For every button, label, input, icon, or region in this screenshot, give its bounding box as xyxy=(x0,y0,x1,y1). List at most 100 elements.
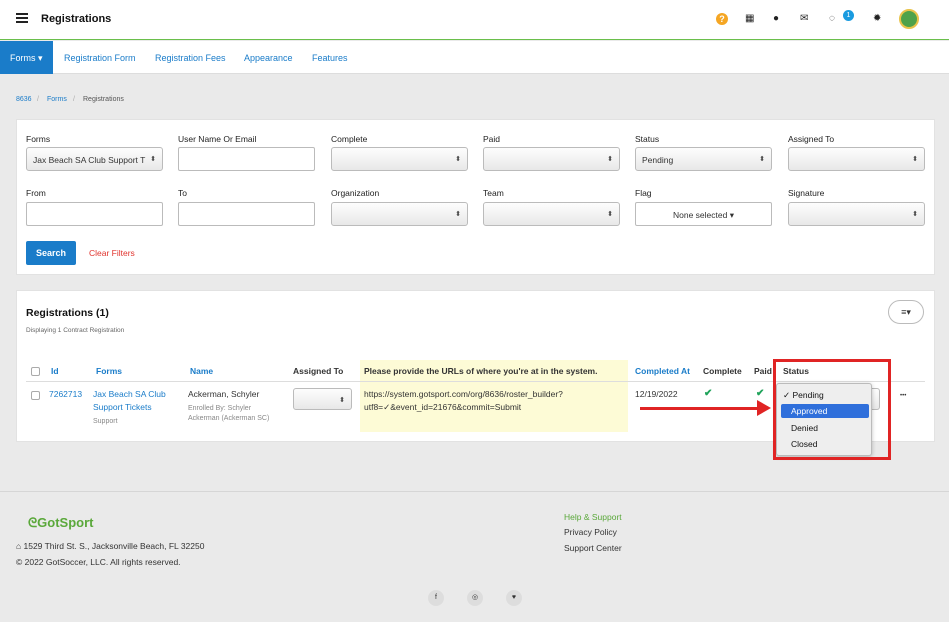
breadcrumb-separator: / xyxy=(37,96,39,103)
team-select[interactable]: ⬍ xyxy=(483,202,620,226)
select-caret-icon: ⬍ xyxy=(455,211,461,218)
signature-select[interactable]: ⬍ xyxy=(788,202,925,226)
row-assigned-select[interactable]: ⬍ xyxy=(293,388,352,410)
table-options-button[interactable]: ≡▾ xyxy=(888,300,924,324)
annotation-red-box xyxy=(773,359,891,460)
col-id[interactable]: Id xyxy=(51,366,59,376)
tab-registration-form[interactable]: Registration Form xyxy=(64,53,136,63)
footer-address: ⌂ 1529 Third St. S., Jacksonville Beach,… xyxy=(16,541,204,551)
row-name: Ackerman, Schyler xyxy=(188,389,260,399)
row-enrolled-by: Enrolled By: Schyler xyxy=(188,405,252,412)
paid-check-icon: ✔ xyxy=(756,388,765,399)
assigned-select[interactable]: ⬍ xyxy=(788,147,925,171)
gotsport-logo: ᘓGotSport xyxy=(28,515,93,531)
help-icon[interactable]: ? xyxy=(716,13,728,25)
avatar[interactable] xyxy=(899,9,919,29)
select-caret-icon: ⬍ xyxy=(607,211,613,218)
tab-forms[interactable]: Forms ▾ xyxy=(0,41,53,74)
select-caret-icon: ⬍ xyxy=(455,156,461,163)
footer-copyright: © 2022 GotSoccer, LLC. All rights reserv… xyxy=(16,557,181,567)
paid-label: Paid xyxy=(483,134,501,144)
row-checkbox[interactable] xyxy=(31,391,40,400)
team-label: Team xyxy=(483,188,504,198)
select-all-checkbox[interactable] xyxy=(31,367,40,376)
footer-privacy-link[interactable]: Privacy Policy xyxy=(564,527,617,537)
col-complete: Complete xyxy=(703,366,742,376)
mail-icon[interactable]: ✉ xyxy=(800,13,808,24)
complete-label: Complete xyxy=(331,134,368,144)
clear-filters-link[interactable]: Clear Filters xyxy=(89,248,135,258)
logo-text: GotSport xyxy=(37,515,94,530)
footer-support-link[interactable]: Support Center xyxy=(564,543,622,553)
select-caret-icon: ⬍ xyxy=(759,156,765,163)
select-caret-icon: ⬍ xyxy=(912,211,918,218)
logo-mark-icon: ᘓ xyxy=(28,515,38,530)
col-completed-at[interactable]: Completed At xyxy=(635,366,690,376)
row-completed-at: 12/19/2022 xyxy=(635,389,678,399)
select-caret-icon: ⬍ xyxy=(150,156,156,163)
to-label: To xyxy=(178,188,187,198)
paid-select[interactable]: ⬍ xyxy=(483,147,620,171)
complete-select[interactable]: ⬍ xyxy=(331,147,468,171)
status-select[interactable]: Pending ⬍ xyxy=(635,147,772,171)
registrations-title: Registrations (1) xyxy=(26,307,109,319)
forms-select[interactable]: Jax Beach SA Club Support T ⬍ xyxy=(26,147,163,171)
notification-badge: 1 xyxy=(843,10,854,21)
row-enrolled-by-line2: Ackerman (Ackerman SC) xyxy=(188,415,270,422)
forms-label: Forms xyxy=(26,134,51,144)
col-forms[interactable]: Forms xyxy=(96,366,122,376)
forms-select-value: Jax Beach SA Club Support T xyxy=(33,155,146,165)
chat-icon[interactable]: ◌ xyxy=(829,13,835,24)
select-caret-icon: ⬍ xyxy=(607,156,613,163)
from-date-input[interactable] xyxy=(26,202,163,226)
select-caret-icon: ⬍ xyxy=(912,156,918,163)
row-form-link[interactable]: Jax Beach SA Club xyxy=(93,389,166,399)
assigned-label: Assigned To xyxy=(788,134,835,144)
row-url-line1: https://system.gotsport.com/org/8636/ros… xyxy=(364,389,563,399)
breadcrumb-current: Registrations xyxy=(83,96,124,103)
breadcrumb-org[interactable]: 8636 xyxy=(16,96,32,103)
col-name[interactable]: Name xyxy=(190,366,213,376)
hamburger-menu-icon[interactable] xyxy=(16,13,28,25)
organization-select[interactable]: ⬍ xyxy=(331,202,468,226)
select-caret-icon: ⬍ xyxy=(339,397,345,404)
breadcrumb-forms[interactable]: Forms xyxy=(47,96,67,103)
col-urls: Please provide the URLs of where you're … xyxy=(364,366,598,376)
status-label: Status xyxy=(635,134,660,144)
from-label: From xyxy=(26,188,46,198)
twitter-icon[interactable]: ♥ xyxy=(506,590,522,606)
page-title: Registrations xyxy=(41,13,112,25)
footer-address-text: 1529 Third St. S., Jacksonville Beach, F… xyxy=(23,541,205,551)
instagram-icon[interactable]: ◎ xyxy=(467,590,483,606)
tab-features[interactable]: Features xyxy=(312,53,348,63)
to-date-input[interactable] xyxy=(178,202,315,226)
registrations-subtitle: Displaying 1 Contract Registration xyxy=(26,327,125,334)
col-paid: Paid xyxy=(754,366,772,376)
annotation-arrow-head xyxy=(757,400,771,416)
col-assigned-to: Assigned To xyxy=(293,366,344,376)
signature-label: Signature xyxy=(788,188,825,198)
annotation-arrow-line xyxy=(640,407,758,410)
home-icon: ⌂ xyxy=(16,541,24,551)
sub-nav xyxy=(0,41,949,74)
row-id-link[interactable]: 7262713 xyxy=(49,389,82,399)
status-select-value: Pending xyxy=(642,155,674,165)
user-label: User Name Or Email xyxy=(178,134,257,144)
row-url-line2: utf8=✓&event_id=21676&commit=Submit xyxy=(364,402,522,412)
gear-icon[interactable]: ✹ xyxy=(873,13,881,24)
tab-appearance[interactable]: Appearance xyxy=(244,53,293,63)
tab-registration-fees[interactable]: Registration Fees xyxy=(155,53,226,63)
user-icon[interactable]: ● xyxy=(773,13,779,24)
row-more-icon[interactable]: ••• xyxy=(900,393,906,399)
qr-code-icon[interactable]: ▦ xyxy=(745,13,754,24)
organization-label: Organization xyxy=(331,188,380,198)
flag-label: Flag xyxy=(635,188,652,198)
user-email-input[interactable] xyxy=(178,147,315,171)
search-button[interactable]: Search xyxy=(26,241,76,265)
footer-help-link[interactable]: Help & Support xyxy=(564,512,622,522)
row-form-category: Support xyxy=(93,418,118,425)
facebook-icon[interactable]: f xyxy=(428,590,444,606)
complete-check-icon: ✔ xyxy=(704,388,713,399)
flag-multiselect[interactable]: None selected ▾ xyxy=(635,202,772,226)
row-form-link-line2[interactable]: Support Tickets xyxy=(93,402,152,412)
